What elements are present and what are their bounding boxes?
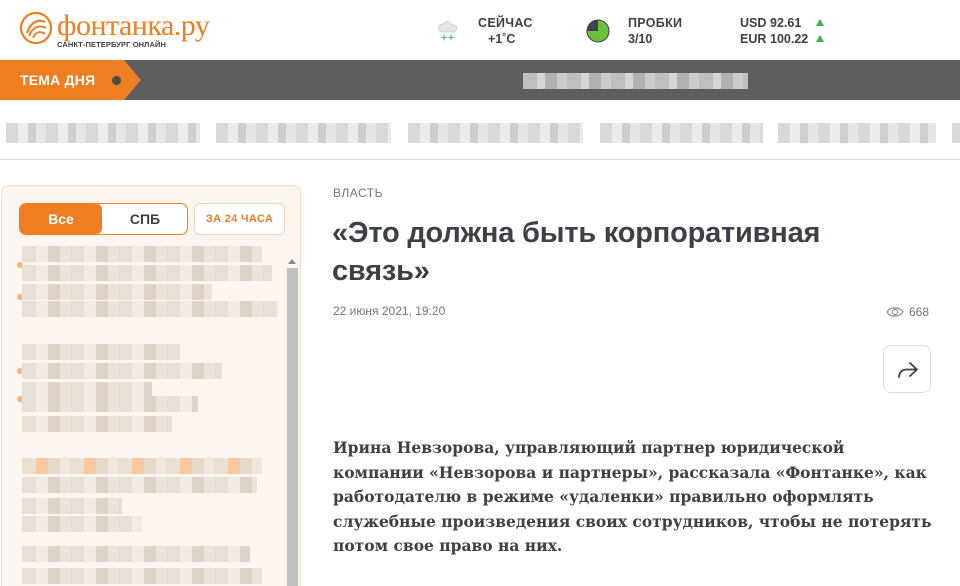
feed-text-blurred (22, 344, 180, 360)
views-counter: 668 (886, 304, 936, 320)
topic-of-day-tag[interactable]: ТЕМА ДНЯ (0, 60, 141, 100)
share-button[interactable] (883, 345, 931, 393)
currency-value: 92.61 (770, 16, 802, 30)
feed-list-item[interactable] (18, 546, 280, 586)
topic-of-day-label: ТЕМА ДНЯ (20, 72, 96, 88)
currency-code: EUR (740, 32, 767, 46)
feed-text-blurred (22, 396, 198, 412)
feed-list-item[interactable] (17, 344, 280, 440)
filter-all-button[interactable]: Все (20, 204, 102, 234)
currency-value: 100.22 (770, 32, 809, 46)
feed-list (17, 246, 280, 586)
filter-spb-button[interactable]: СПБ (102, 204, 187, 234)
feed-text-blurred (22, 416, 172, 432)
strip-news-item[interactable] (216, 123, 391, 143)
currency-code: USD (740, 16, 767, 30)
snow-cloud-icon (438, 21, 458, 41)
region-filter: Все СПБ (19, 203, 188, 235)
topic-of-day-bar: ТЕМА ДНЯ (0, 60, 960, 100)
strip-news-item[interactable] (952, 123, 960, 143)
fountain-logo-icon (19, 11, 53, 45)
article-date: 22 июня 2021, 19:20 (333, 304, 446, 318)
feed-text-blurred (22, 516, 142, 532)
logo-subtitle: САНКТ-ПЕТЕРБУРГ ОНЛАЙН (57, 40, 167, 49)
strip-news-item[interactable] (6, 123, 200, 143)
live-dot-icon (112, 76, 121, 85)
traffic-value: 3/10 (628, 32, 653, 46)
feed-text-blurred (22, 546, 250, 562)
strip-news-item[interactable] (408, 123, 583, 143)
feed-scrollbar[interactable] (285, 252, 299, 586)
logo-wordmark: фонтанка.ру (57, 9, 210, 42)
traffic-light-icon (586, 19, 610, 43)
feed-text-blurred (22, 246, 262, 262)
scroll-up-icon[interactable] (288, 259, 296, 264)
scroll-thumb[interactable] (287, 268, 298, 586)
trend-up-icon (816, 19, 824, 26)
feed-text-blurred (22, 301, 278, 317)
period-24h-button[interactable]: ЗА 24 ЧАСА (194, 203, 285, 235)
currency-widget[interactable]: USD 92.61 EUR 100.22 (740, 14, 850, 48)
site-header: фонтанка.ру САНКТ-ПЕТЕРБУРГ ОНЛАЙН СЕЙЧА… (0, 0, 960, 60)
traffic-label: ПРОБКИ (628, 16, 683, 30)
weather-widget[interactable]: СЕЙЧАС +1˚C (436, 14, 546, 48)
eye-icon (886, 307, 904, 317)
feed-text-blurred (22, 498, 122, 514)
news-feed-sidebar: Все СПБ ЗА 24 ЧАСА (1, 185, 301, 586)
feed-text-blurred (22, 477, 257, 493)
share-arrow-icon (898, 362, 918, 378)
feed-list-item[interactable] (18, 458, 280, 548)
article-rubric[interactable]: ВЛАСТЬ (333, 186, 383, 200)
news-strip (0, 100, 960, 160)
strip-news-item[interactable] (778, 123, 936, 143)
feed-text-blurred (22, 265, 272, 281)
trend-up-icon (816, 35, 824, 42)
views-count: 668 (909, 305, 930, 319)
site-logo[interactable]: фонтанка.ру САНКТ-ПЕТЕРБУРГ ОНЛАЙН (19, 9, 210, 50)
weather-value: +1˚C (488, 32, 516, 46)
traffic-widget[interactable]: ПРОБКИ 3/10 (586, 14, 706, 48)
weather-label: СЕЙЧАС (478, 16, 533, 30)
article-lead: Ирина Невзорова, управляющий партнер юри… (333, 438, 932, 555)
feed-text-blurred (22, 458, 262, 474)
topic-headline-blurred[interactable] (523, 73, 748, 89)
strip-news-item[interactable] (600, 123, 763, 143)
feed-text-blurred (22, 568, 262, 584)
article-title: «Это должна быть корпоративная связь» (332, 217, 821, 287)
feed-text-blurred (22, 284, 212, 300)
feed-text-blurred (22, 363, 222, 379)
feed-list-item[interactable] (17, 246, 280, 318)
